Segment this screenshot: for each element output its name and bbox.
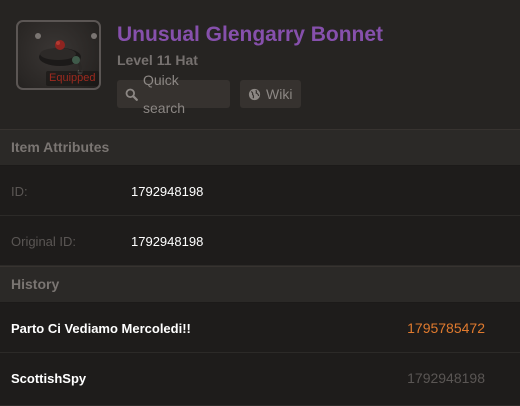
- history-owner-name[interactable]: ScottishSpy: [11, 371, 86, 386]
- wiki-button[interactable]: Wiki: [240, 80, 301, 108]
- attribute-row-id: ID: 1792948198: [0, 166, 520, 216]
- history-row: ScottishSpy 1792948198: [0, 353, 520, 406]
- quick-search-label: Quick search: [143, 72, 186, 116]
- item-attributes-heading: Item Attributes: [0, 129, 520, 166]
- globe-icon: [248, 88, 261, 100]
- history-owner-name[interactable]: Parto Ci Vediamo Mercoledi!!: [11, 321, 191, 336]
- attribute-row-original-id: Original ID: 1792948198: [0, 216, 520, 266]
- equipped-badge: Equipped: [46, 71, 99, 86]
- item-icon-frame[interactable]: Equipped: [16, 20, 101, 90]
- attribute-label: Original ID:: [11, 234, 77, 249]
- attribute-label: ID:: [11, 184, 28, 199]
- history-heading: History: [0, 266, 520, 303]
- history-item-id[interactable]: 1795785472: [407, 320, 485, 336]
- history-row: Parto Ci Vediamo Mercoledi!! 1795785472: [0, 303, 520, 353]
- history-item-id[interactable]: 1792948198: [407, 370, 485, 386]
- quick-search-button[interactable]: Quick search: [117, 72, 230, 116]
- attribute-value: 1792948198: [131, 184, 204, 199]
- wiki-label: Wiki: [266, 86, 293, 102]
- attribute-value: 1792948198: [131, 234, 204, 249]
- item-header: Equipped Unusual Glengarry Bonnet Level …: [0, 0, 520, 128]
- item-name: Unusual Glengarry Bonnet: [117, 23, 384, 46]
- search-icon: [125, 88, 138, 101]
